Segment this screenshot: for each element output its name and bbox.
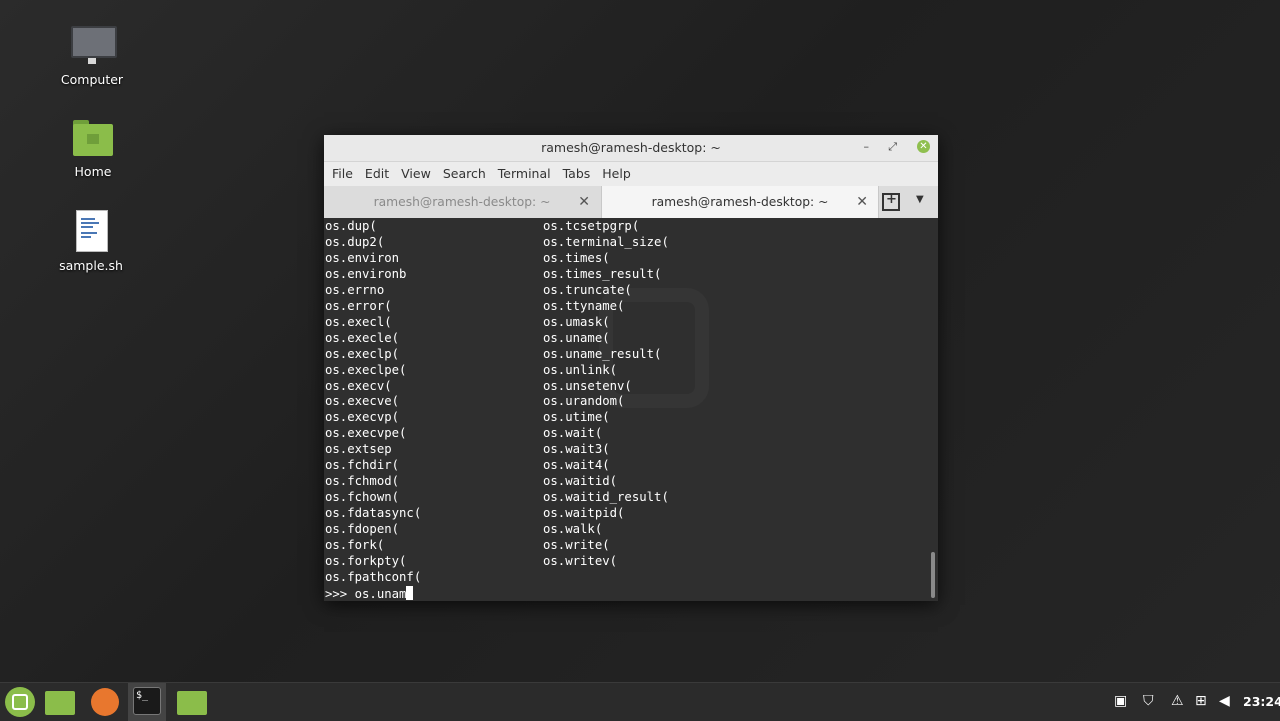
firefox-icon[interactable]: [91, 688, 119, 716]
completion-item: os.waitpid(: [543, 506, 625, 521]
shield-icon[interactable]: ⛉: [1143, 693, 1154, 709]
window-title: ramesh@ramesh-desktop: ~: [541, 140, 721, 155]
show-desktop-folder-icon[interactable]: [45, 691, 75, 715]
completion-item: os.fchdir(: [325, 458, 400, 473]
completion-item: os.execlp(: [325, 346, 400, 361]
menu-view[interactable]: View: [401, 162, 439, 186]
prompt-input: os.unam: [354, 587, 407, 601]
menu-edit[interactable]: Edit: [365, 162, 397, 186]
completion-item: os.wait(: [543, 426, 603, 441]
terminal-output[interactable]: os.dup(os.dup2(os.environ os.environb os.e…: [324, 218, 938, 601]
terminal-window: ramesh@ramesh-desktop: ~ – ⤢ ✕ File Edit…: [324, 135, 938, 601]
completion-item: os.tcsetpgrp(: [543, 219, 640, 233]
completion-item: os.fork(: [325, 538, 385, 553]
completion-item: os.writev(: [543, 554, 618, 569]
completion-item: os.execvp(: [325, 410, 400, 425]
completion-item: os.umask(: [543, 314, 610, 329]
text-cursor: [406, 586, 414, 600]
home-folder-icon: [70, 114, 116, 160]
completion-column-1: os.dup(os.dup2(os.environ os.environb os.e…: [325, 219, 421, 586]
desktop-icon-label: sample.sh: [59, 258, 123, 273]
camera-icon[interactable]: ▣: [1114, 693, 1127, 709]
completion-item: os.ttyname(: [543, 298, 625, 313]
new-tab-icon[interactable]: [882, 192, 900, 211]
completion-item: os.errno: [325, 282, 385, 297]
completion-item: os.execle(: [325, 330, 400, 345]
warning-icon[interactable]: ⚠: [1171, 693, 1184, 709]
completion-column-2: os.tcsetpgrp(os.terminal_size(os.times(o…: [543, 219, 669, 570]
clock[interactable]: 23:24: [1243, 694, 1280, 709]
terminal-icon: $_: [133, 687, 161, 715]
completion-item: os.execlpe(: [325, 362, 407, 377]
desktop-icon-computer[interactable]: Computer: [47, 22, 137, 87]
completion-item: os.fdatasync(: [325, 506, 422, 521]
tab-label: ramesh@ramesh-desktop: ~: [373, 195, 551, 209]
computer-icon: [69, 22, 117, 68]
completion-item: os.uname_result(: [543, 346, 662, 361]
menu-terminal[interactable]: Terminal: [498, 162, 559, 186]
completion-item: os.wait3(: [543, 442, 610, 457]
menu-file[interactable]: File: [332, 162, 361, 186]
minimize-button[interactable]: –: [864, 135, 870, 159]
completion-item: os.unlink(: [543, 362, 618, 377]
tab-menu-chevron-down-icon[interactable]: ▼: [916, 194, 924, 205]
python-prompt-line[interactable]: >>> os.unam: [325, 586, 414, 601]
menu-help[interactable]: Help: [602, 162, 639, 186]
completion-item: os.wait4(: [543, 458, 610, 473]
tab-close-icon[interactable]: ✕: [856, 186, 868, 218]
network-icon[interactable]: ⊞: [1195, 693, 1207, 709]
completion-item: os.utime(: [543, 410, 610, 425]
completion-item: os.dup(: [325, 219, 377, 233]
script-file-icon: [68, 208, 114, 254]
completion-item: os.fchown(: [325, 490, 400, 505]
menu-search[interactable]: Search: [443, 162, 494, 186]
completion-item: os.waitid_result(: [543, 490, 669, 505]
completion-item: os.environb: [325, 266, 407, 281]
window-titlebar[interactable]: ramesh@ramesh-desktop: ~ – ⤢ ✕: [324, 135, 938, 162]
completion-item: os.times_result(: [543, 266, 662, 281]
completion-item: os.forkpty(: [325, 554, 407, 569]
completion-item: os.times(: [543, 250, 610, 265]
completion-item: os.fdopen(: [325, 522, 400, 537]
volume-icon[interactable]: ◀: [1219, 693, 1230, 709]
completion-item: os.execve(: [325, 394, 400, 409]
completion-item: os.truncate(: [543, 282, 632, 297]
completion-item: os.environ: [325, 250, 400, 265]
desktop-icon-home[interactable]: Home: [48, 114, 138, 179]
tab-bar: ramesh@ramesh-desktop: ~ ✕ ramesh@ramesh…: [324, 186, 938, 219]
completion-item: os.extsep: [325, 442, 392, 457]
completion-item: os.uname(: [543, 330, 610, 345]
completion-item: os.execv(: [325, 378, 392, 393]
completion-item: os.fpathconf(: [325, 569, 422, 584]
taskbar-terminal-button[interactable]: $_: [128, 683, 166, 721]
completion-item: os.fchmod(: [325, 474, 400, 489]
completion-item: os.execvpe(: [325, 426, 407, 441]
desktop-icon-sample-sh[interactable]: sample.sh: [46, 208, 136, 273]
maximize-button[interactable]: ⤢: [888, 135, 897, 159]
tab-label: ramesh@ramesh-desktop: ~: [651, 195, 829, 209]
scrollbar[interactable]: [931, 552, 935, 598]
tab-2[interactable]: ramesh@ramesh-desktop: ~ ✕: [601, 186, 879, 218]
completion-item: os.waitid(: [543, 474, 618, 489]
tab-close-icon[interactable]: ✕: [578, 186, 590, 218]
completion-item: os.unsetenv(: [543, 378, 632, 393]
completion-item: os.dup2(: [325, 234, 385, 249]
menu-tabs[interactable]: Tabs: [563, 162, 599, 186]
completion-item: os.walk(: [543, 522, 603, 537]
completion-item: os.urandom(: [543, 394, 625, 409]
completion-item: os.execl(: [325, 314, 392, 329]
desktop-icon-label: Home: [74, 164, 112, 179]
completion-item: os.write(: [543, 538, 610, 553]
tab-1[interactable]: ramesh@ramesh-desktop: ~ ✕: [324, 186, 600, 218]
mint-menu-icon[interactable]: [5, 687, 35, 717]
menubar: File Edit View Search Terminal Tabs Help: [324, 162, 938, 186]
completion-item: os.error(: [325, 298, 392, 313]
completion-item: os.terminal_size(: [543, 234, 669, 249]
files-folder-icon[interactable]: [177, 691, 207, 715]
desktop-icon-label: Computer: [60, 72, 124, 87]
prompt-symbol: >>>: [325, 587, 355, 601]
close-button[interactable]: ✕: [917, 140, 930, 153]
bottom-panel: $_ ▣ ⛉ ⚠ ⊞ ◀ 23:24: [0, 682, 1280, 721]
